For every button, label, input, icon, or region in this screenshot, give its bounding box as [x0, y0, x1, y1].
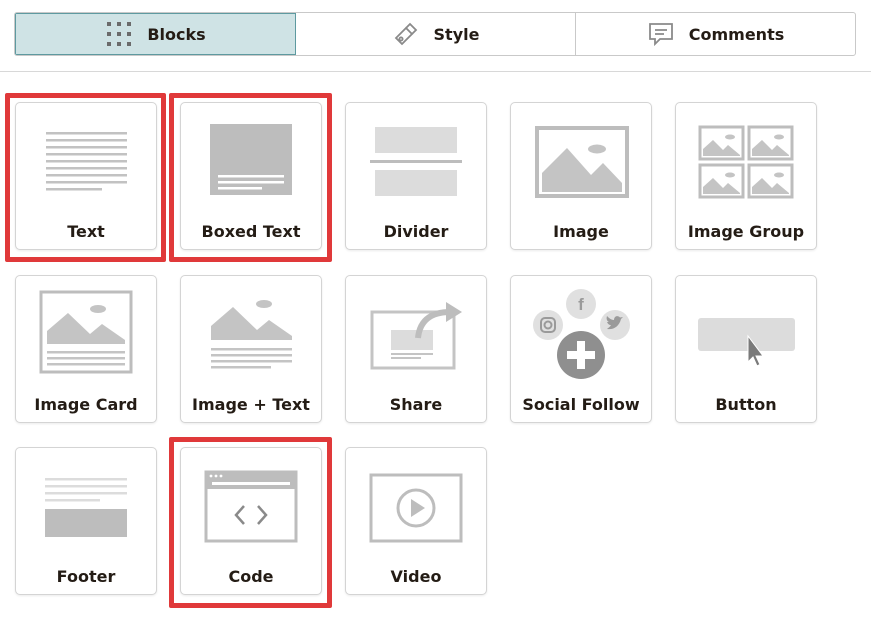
block-image-text[interactable]: Image + Text	[180, 275, 322, 423]
image-text-block-icon	[211, 300, 292, 369]
button-block-icon	[698, 318, 795, 367]
share-block-icon	[370, 302, 462, 370]
tab-bar: Blocks Style Comments	[14, 12, 856, 56]
paint-brush-icon	[392, 20, 420, 48]
tab-style[interactable]: Style	[296, 13, 576, 55]
block-label: Footer	[56, 567, 116, 586]
block-label: Boxed Text	[201, 222, 301, 241]
image-group-block-icon	[698, 125, 794, 199]
boxed-text-block-icon	[210, 124, 292, 195]
block-label: Image Group	[687, 222, 805, 241]
image-card-block-icon	[39, 290, 133, 374]
block-label: Video	[390, 567, 442, 586]
image-block-icon	[535, 126, 629, 198]
block-image-card[interactable]: Image Card	[15, 275, 157, 423]
footer-block-icon	[45, 478, 127, 537]
grid-icon	[105, 20, 133, 48]
block-boxed-text[interactable]: Boxed Text	[180, 102, 322, 250]
block-label: Button	[715, 395, 777, 414]
block-code[interactable]: Code	[180, 447, 322, 595]
block-social-follow[interactable]: f Social Follow	[510, 275, 652, 423]
tab-blocks[interactable]: Blocks	[15, 13, 296, 55]
block-label: Social Follow	[522, 395, 640, 414]
svg-text:f: f	[578, 295, 584, 314]
block-label: Divider	[383, 222, 449, 241]
block-button[interactable]: Button	[675, 275, 817, 423]
block-share[interactable]: Share	[345, 275, 487, 423]
video-block-icon	[369, 473, 463, 543]
tab-style-label: Style	[433, 24, 480, 44]
block-label: Text	[67, 222, 105, 241]
block-divider[interactable]: Divider	[345, 102, 487, 250]
block-footer[interactable]: Footer	[15, 447, 157, 595]
social-follow-block-icon: f	[533, 289, 630, 379]
tab-comments[interactable]: Comments	[576, 13, 855, 55]
block-label: Image Card	[34, 395, 138, 414]
code-block-icon	[204, 470, 298, 543]
text-block-icon	[46, 132, 127, 191]
tab-comments-label: Comments	[688, 24, 785, 44]
divider-block-icon	[370, 127, 462, 196]
block-image-group[interactable]: Image Group	[675, 102, 817, 250]
block-image[interactable]: Image	[510, 102, 652, 250]
block-video[interactable]: Video	[345, 447, 487, 595]
block-label: Image + Text	[192, 395, 310, 414]
comment-icon	[647, 20, 675, 48]
block-text[interactable]: Text	[15, 102, 157, 250]
block-label: Share	[389, 395, 443, 414]
block-label: Image	[553, 222, 609, 241]
tab-blocks-label: Blocks	[147, 24, 206, 44]
header-divider	[0, 71, 871, 72]
block-label: Code	[228, 567, 274, 586]
